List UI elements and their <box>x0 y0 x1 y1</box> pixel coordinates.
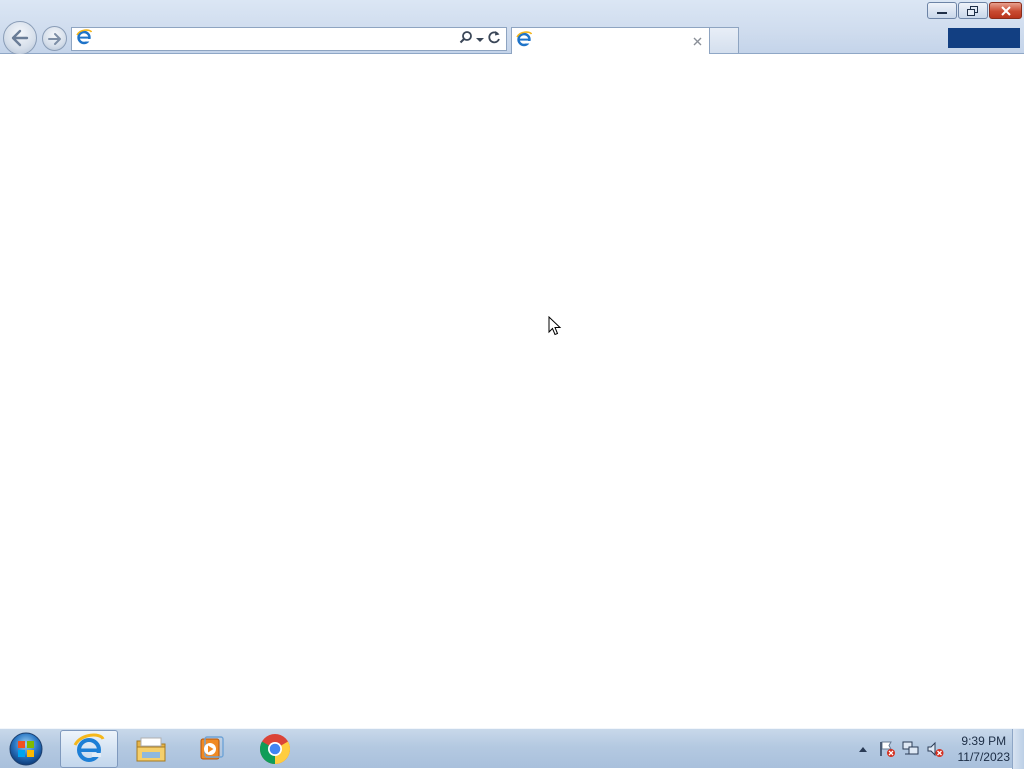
page-viewport[interactable] <box>0 54 1024 728</box>
chevron-up-icon <box>858 747 867 752</box>
system-tray: 9:39 PM 11/7/2023 <box>848 729 1011 769</box>
tab-active[interactable] <box>511 27 710 54</box>
forward-arrow-icon <box>47 32 61 45</box>
windows-logo-icon <box>9 732 43 766</box>
close-icon <box>693 37 701 45</box>
search-icon[interactable] <box>459 30 473 49</box>
taskbar-internet-explorer[interactable] <box>60 730 118 768</box>
taskbar-media-player[interactable] <box>182 730 240 768</box>
chrome-icon <box>259 734 291 764</box>
clock-date: 11/7/2023 <box>957 750 1011 764</box>
close-icon <box>1000 5 1011 16</box>
taskbar-windows-explorer[interactable] <box>122 730 180 768</box>
chevron-down-icon[interactable] <box>476 30 484 48</box>
refresh-icon[interactable] <box>487 30 501 49</box>
mouse-pointer-icon <box>548 315 562 341</box>
restore-button[interactable] <box>958 2 988 19</box>
network-icon[interactable] <box>902 740 920 758</box>
start-button[interactable] <box>6 731 46 767</box>
internet-explorer-icon <box>516 30 533 52</box>
address-input[interactable] <box>92 29 459 49</box>
clock-time: 9:39 PM <box>961 734 1007 748</box>
clock[interactable]: 9:39 PM 11/7/2023 <box>958 733 1011 765</box>
action-center-flag-icon[interactable] <box>878 740 896 758</box>
forward-button[interactable] <box>42 26 67 51</box>
taskbar-google-chrome[interactable] <box>246 730 304 768</box>
back-arrow-icon <box>11 29 29 47</box>
internet-explorer-icon <box>73 733 105 762</box>
window-controls <box>927 2 1022 20</box>
restore-icon <box>967 5 978 16</box>
address-bar[interactable] <box>71 27 507 51</box>
volume-muted-icon[interactable] <box>926 740 944 758</box>
show-desktop-button[interactable] <box>1012 729 1024 769</box>
show-hidden-icons-button[interactable] <box>854 740 872 758</box>
media-player-icon <box>200 736 224 760</box>
browser-toolbar <box>0 0 1024 55</box>
taskbar: 9:39 PM 11/7/2023 <box>0 728 1024 769</box>
minimize-icon <box>937 11 947 14</box>
back-button[interactable] <box>3 21 37 55</box>
minimize-button[interactable] <box>927 2 957 19</box>
tab-close-button[interactable] <box>690 34 704 48</box>
toolbar-dark-block <box>948 28 1020 48</box>
internet-explorer-icon <box>76 28 93 50</box>
new-tab-button[interactable] <box>709 27 739 53</box>
close-window-button[interactable] <box>989 2 1022 19</box>
folder-icon <box>136 737 166 762</box>
